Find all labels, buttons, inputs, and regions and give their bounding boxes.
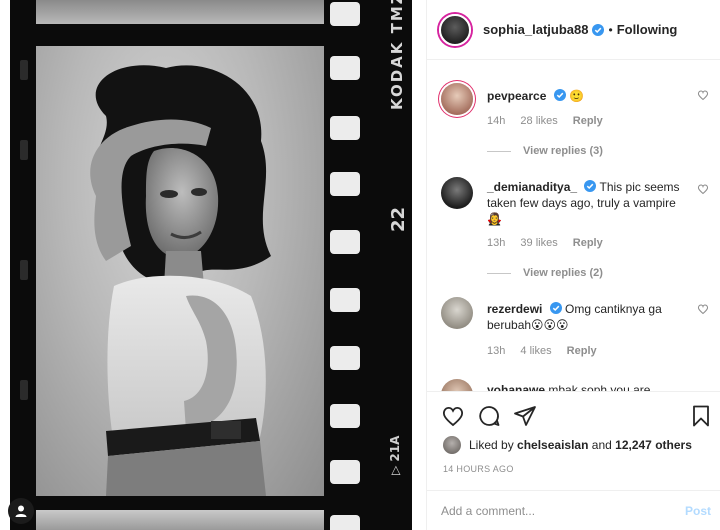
film-strip-photo: KODAK TMZ 5054 22 ▷ 21A bbox=[10, 0, 412, 530]
comment-likes[interactable]: 28 likes bbox=[520, 115, 557, 127]
tagged-users-button[interactable] bbox=[8, 498, 34, 524]
post-actions: Liked by chelseaislan and 12,247 others … bbox=[427, 391, 720, 506]
comment-body: yohanawe mbak soph you are bbox=[487, 382, 681, 391]
verified-badge-icon bbox=[592, 23, 605, 36]
view-replies-line bbox=[487, 150, 511, 152]
save-bookmark-icon[interactable] bbox=[689, 404, 713, 428]
liked-by-user[interactable]: chelseaislan bbox=[517, 438, 588, 452]
film-sprocket-hole bbox=[20, 60, 28, 80]
film-sprocket-hole bbox=[330, 515, 360, 530]
liked-by-prefix: Liked by bbox=[469, 438, 514, 452]
film-sprocket-hole bbox=[20, 260, 28, 280]
film-sprocket-hole bbox=[330, 172, 360, 196]
film-sprocket-hole bbox=[330, 346, 360, 370]
verified-badge-icon bbox=[584, 180, 597, 192]
comment-username[interactable]: _demianaditya_ bbox=[487, 180, 577, 194]
comment-username[interactable]: pevpearce bbox=[487, 89, 546, 103]
comment-likes[interactable]: 4 likes bbox=[520, 345, 551, 357]
comment-time[interactable]: 13h bbox=[487, 345, 505, 357]
comment-like-heart-icon[interactable] bbox=[697, 303, 709, 315]
post-sidebar: sophia_latjuba88 • Following pevpearce 🙂… bbox=[426, 0, 720, 530]
film-frame-next bbox=[36, 510, 324, 530]
comment-time[interactable]: 14h bbox=[487, 115, 505, 127]
comment-item: pevpearce 🙂 14h 28 likes Reply View repl… bbox=[441, 83, 711, 163]
film-sprocket-hole bbox=[20, 140, 28, 160]
film-sprocket-hole bbox=[330, 460, 360, 484]
comment-item: rezerdewi Omg cantiknya ga berubah😮😮😮 13… bbox=[441, 297, 711, 361]
liked-by-avatar[interactable] bbox=[443, 436, 461, 454]
comment-like-heart-icon[interactable] bbox=[697, 89, 709, 101]
comment-username[interactable]: rezerdewi bbox=[487, 302, 542, 316]
verified-badge-icon bbox=[553, 89, 566, 101]
comment-meta: 14h 28 likes Reply bbox=[487, 115, 615, 127]
film-sprocket-hole bbox=[20, 380, 28, 400]
film-edge-text: KODAK TMZ 5054 bbox=[388, 0, 406, 110]
comment-avatar[interactable] bbox=[441, 177, 473, 209]
author-avatar[interactable] bbox=[439, 13, 471, 46]
post-header: sophia_latjuba88 • Following bbox=[427, 0, 720, 60]
comment-body: _demianaditya_ This pic seems taken few … bbox=[487, 179, 681, 227]
comment-meta: 13h 39 likes Reply bbox=[487, 237, 615, 249]
comment-text: 🙂 bbox=[569, 89, 585, 103]
film-sprocket-hole bbox=[330, 2, 360, 26]
film-sprocket-hole bbox=[330, 56, 360, 80]
comment-reply-button[interactable]: Reply bbox=[573, 237, 603, 249]
liked-by-row: Liked by chelseaislan and 12,247 others bbox=[443, 436, 692, 454]
film-sprocket-hole bbox=[330, 116, 360, 140]
share-paper-plane-icon[interactable] bbox=[513, 404, 537, 428]
comment-reply-button[interactable]: Reply bbox=[573, 115, 603, 127]
comment-avatar[interactable] bbox=[441, 83, 473, 115]
comment-item: yohanawe mbak soph you are bbox=[441, 379, 711, 391]
view-replies-label: View replies (2) bbox=[523, 267, 603, 279]
film-frame-number: 22 bbox=[388, 206, 409, 232]
comment-avatar[interactable] bbox=[441, 297, 473, 329]
film-code-label: ▷ 21A bbox=[388, 435, 402, 475]
comment-bubble-icon[interactable] bbox=[477, 404, 501, 428]
comment-text: mbak soph you are bbox=[548, 383, 651, 391]
comment-item: _demianaditya_ This pic seems taken few … bbox=[441, 177, 711, 287]
view-replies-label: View replies (3) bbox=[523, 145, 603, 157]
view-replies-button[interactable]: View replies (3) bbox=[487, 145, 603, 157]
comments-list[interactable]: pevpearce 🙂 14h 28 likes Reply View repl… bbox=[427, 61, 720, 391]
film-sprocket-hole bbox=[330, 230, 360, 254]
view-replies-line bbox=[487, 272, 511, 274]
comment-body: pevpearce 🙂 bbox=[487, 88, 681, 104]
view-replies-button[interactable]: View replies (2) bbox=[487, 267, 603, 279]
liked-by-and: and bbox=[591, 438, 612, 452]
comment-likes[interactable]: 39 likes bbox=[520, 237, 557, 249]
verified-badge-icon bbox=[549, 302, 562, 314]
liked-by-others[interactable]: 12,247 others bbox=[615, 438, 692, 452]
comment-like-heart-icon[interactable] bbox=[697, 183, 709, 195]
photo-frame-main bbox=[36, 46, 324, 496]
following-button[interactable]: Following bbox=[617, 22, 678, 37]
film-frame-previous bbox=[36, 0, 324, 24]
post-comment-button[interactable]: Post bbox=[685, 504, 711, 518]
user-icon bbox=[15, 505, 27, 517]
comment-reply-button[interactable]: Reply bbox=[567, 345, 597, 357]
post-photo-pane[interactable]: KODAK TMZ 5054 22 ▷ 21A bbox=[0, 0, 426, 530]
add-comment-input[interactable] bbox=[441, 503, 685, 518]
author-username[interactable]: sophia_latjuba88 bbox=[483, 22, 588, 37]
header-separator: • bbox=[608, 22, 613, 37]
portrait-illustration bbox=[90, 65, 271, 496]
add-comment-bar: Post bbox=[427, 490, 720, 530]
comment-meta: 13h 4 likes Reply bbox=[487, 345, 609, 357]
post-timestamp[interactable]: 14 HOURS AGO bbox=[443, 464, 514, 474]
film-sprocket-hole bbox=[330, 288, 360, 312]
comment-time[interactable]: 13h bbox=[487, 237, 505, 249]
comment-body: rezerdewi Omg cantiknya ga berubah😮😮😮 bbox=[487, 301, 681, 333]
like-heart-icon[interactable] bbox=[441, 404, 465, 428]
comment-username[interactable]: yohanawe bbox=[487, 383, 545, 391]
film-sprocket-hole bbox=[330, 404, 360, 428]
comment-avatar[interactable] bbox=[441, 379, 473, 391]
